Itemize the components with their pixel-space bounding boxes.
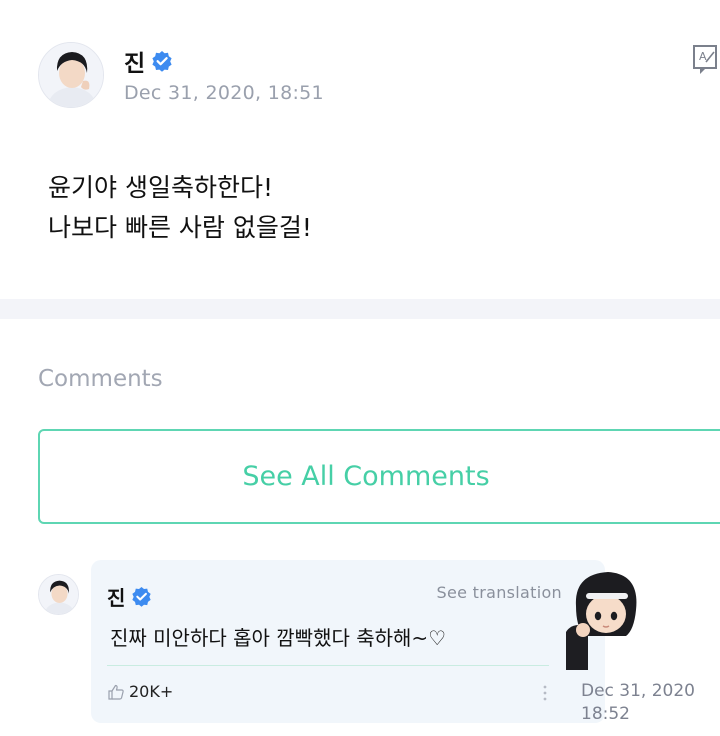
- see-all-comments-button[interactable]: See All Comments: [38, 429, 720, 524]
- see-all-comments-label: See All Comments: [242, 461, 490, 492]
- thumbs-up-icon: [108, 684, 124, 700]
- see-translation-link[interactable]: See translation: [437, 583, 562, 602]
- comment-item: 진 See translation 진짜 미안하다 홉아 깜빡했다 축하해~♡ …: [38, 560, 720, 736]
- comment-author-name[interactable]: 진: [107, 582, 125, 611]
- comment-date: Dec 31, 2020 18:52: [581, 680, 695, 726]
- comment-date-day: Dec 31, 2020: [581, 681, 696, 701]
- like-button[interactable]: 20K+: [107, 682, 173, 701]
- post-author: 진: [124, 44, 173, 78]
- comment-text: 진짜 미안하다 홉아 깜빡했다 축하해~♡: [110, 626, 447, 650]
- verified-badge-icon: [131, 586, 152, 607]
- section-divider: [0, 299, 720, 319]
- character-sticker: [564, 566, 644, 670]
- author-name[interactable]: 진: [124, 44, 145, 78]
- comment-date-time: 18:52: [581, 704, 630, 724]
- verified-badge-icon: [151, 50, 173, 72]
- author-avatar[interactable]: [38, 42, 104, 108]
- comment-divider: [107, 665, 549, 666]
- commenter-avatar[interactable]: [38, 574, 79, 615]
- translate-icon[interactable]: A: [692, 44, 720, 76]
- post-body-line: 나보다 빠른 사람 없을걸!: [48, 213, 312, 242]
- post-body-line: 윤기야 생일축하한다!: [48, 173, 273, 202]
- comment-bubble: 진 See translation 진짜 미안하다 홉아 깜빡했다 축하해~♡ …: [91, 560, 605, 723]
- comment-author: 진: [107, 582, 152, 611]
- post-date: Dec 31, 2020, 18:51: [124, 82, 324, 104]
- more-vertical-icon[interactable]: [542, 684, 548, 702]
- post-body: 윤기야 생일축하한다! 나보다 빠른 사람 없을걸!: [48, 168, 312, 248]
- post-header: 진 Dec 31, 2020, 18:51 A: [38, 42, 720, 108]
- like-count: 20K+: [129, 682, 174, 701]
- comments-heading: Comments: [38, 366, 163, 392]
